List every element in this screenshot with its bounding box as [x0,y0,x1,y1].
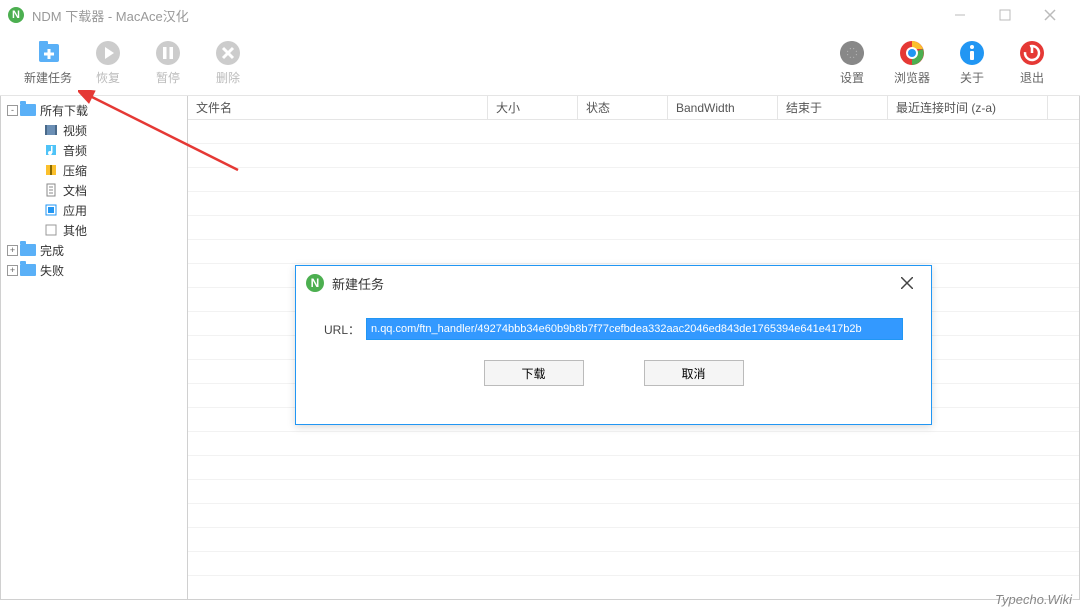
tree-item[interactable]: - 所有下载 [3,100,185,120]
table-row [188,120,1079,144]
play-icon [94,39,122,67]
expander-icon[interactable]: + [7,265,18,276]
delete-button[interactable]: 删除 [198,33,258,93]
chrome-icon [898,39,926,67]
tree-item[interactable]: 压缩 [3,160,185,180]
table-row [188,504,1079,528]
plus-folder-icon [34,39,62,67]
tree-label: 应用 [63,202,87,219]
maximize-button[interactable] [982,0,1027,30]
table-row [188,432,1079,456]
tree-item[interactable]: + 失败 [3,260,185,280]
column-header[interactable]: 结束于 [778,96,888,119]
delete-icon [214,39,242,67]
about-button[interactable]: 关于 [942,33,1002,93]
window-title: NDM 下载器 - MacAce汉化 [32,6,937,25]
dialog-close-button[interactable] [893,269,921,297]
table-row [188,456,1079,480]
tree-label: 压缩 [63,162,87,179]
new-task-button[interactable]: 新建任务 [18,33,78,93]
folder-icon [20,102,36,118]
minimize-button[interactable] [937,0,982,30]
close-icon [901,277,913,289]
table-row [188,528,1079,552]
sidebar: - 所有下载视频音频压缩文档应用其他 + 完成 + 失败 [0,96,188,600]
tree-label: 完成 [40,242,64,259]
table-row [188,168,1079,192]
url-input[interactable] [366,318,903,340]
tree-item[interactable]: 视频 [3,120,185,140]
tree-label: 所有下载 [40,102,88,119]
column-header[interactable]: BandWidth [668,96,778,119]
dialog-app-icon: N [306,274,324,292]
audio-icon [43,142,59,158]
folder-icon [20,242,36,258]
archive-icon [43,162,59,178]
tree-item[interactable]: 应用 [3,200,185,220]
tree-label: 失败 [40,262,64,279]
expander-icon[interactable]: + [7,245,18,256]
tree-label: 音频 [63,142,87,159]
power-icon [1018,39,1046,67]
pause-icon [154,39,182,67]
gear-icon [838,39,866,67]
tree-item[interactable]: 其他 [3,220,185,240]
other-icon [43,222,59,238]
app-icon [43,202,59,218]
tree-label: 视频 [63,122,87,139]
column-header[interactable]: 状态 [578,96,668,119]
table-row [188,480,1079,504]
info-icon [958,39,986,67]
tree-label: 其他 [63,222,87,239]
app-icon: N [8,7,24,23]
table-row [188,192,1079,216]
toolbar: 新建任务恢复暂停删除 设置浏览器关于退出 [0,30,1080,95]
titlebar: N NDM 下载器 - MacAce汉化 [0,0,1080,30]
watermark: Typecho.Wiki [995,592,1072,607]
download-button[interactable]: 下载 [484,360,584,386]
resume-button[interactable]: 恢复 [78,33,138,93]
tree-label: 文档 [63,182,87,199]
tree-item[interactable]: 音频 [3,140,185,160]
settings-button[interactable]: 设置 [822,33,882,93]
tree-item[interactable]: 文档 [3,180,185,200]
column-header[interactable]: 文件名 [188,96,488,119]
pause-button[interactable]: 暂停 [138,33,198,93]
cancel-button[interactable]: 取消 [644,360,744,386]
video-icon [43,122,59,138]
expander-icon[interactable]: - [7,105,18,116]
doc-icon [43,182,59,198]
browser-button[interactable]: 浏览器 [882,33,942,93]
new-task-dialog: N 新建任务 URL： 下载 取消 [295,265,932,425]
column-header[interactable]: 大小 [488,96,578,119]
table-row [188,216,1079,240]
table-row [188,144,1079,168]
url-label: URL： [324,321,360,338]
folder-icon [20,262,36,278]
dialog-titlebar: N 新建任务 [296,266,931,300]
column-headers: 文件名大小状态BandWidth结束于最近连接时间 (z-a) [188,96,1079,120]
exit-button[interactable]: 退出 [1002,33,1062,93]
column-header[interactable]: 最近连接时间 (z-a) [888,96,1048,119]
table-row [188,240,1079,264]
close-button[interactable] [1027,0,1072,30]
tree-item[interactable]: + 完成 [3,240,185,260]
dialog-title: 新建任务 [332,274,384,293]
table-row [188,552,1079,576]
